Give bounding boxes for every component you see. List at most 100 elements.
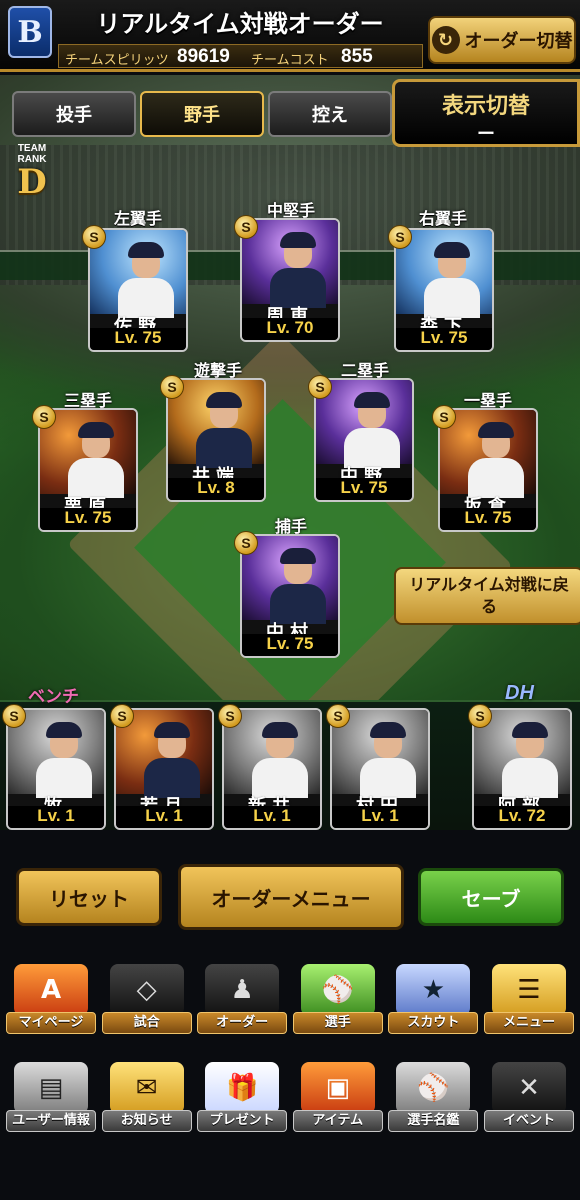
dh-player-card[interactable]: 阿部 Lv. 72 [472,708,572,830]
nav-label: ユーザー情報 [6,1110,96,1132]
nav-present[interactable]: 🎁 プレゼント [197,1058,288,1138]
player-card-left-field[interactable]: 佐野 Lv. 75 [88,228,188,352]
player-card-center-field[interactable]: 周東 Lv. 70 [240,218,340,342]
nav-player[interactable]: ⚾ 選手 [292,960,383,1040]
rarity-s-badge: S [110,704,134,728]
rarity-s-badge: S [218,704,242,728]
position-label-left-field: 左翼手 [113,209,162,228]
tab-pitcher[interactable]: 投手 [12,91,136,137]
order-menu-button[interactable]: オーダーメニュー [178,864,404,930]
rarity-s-badge: S [82,225,106,249]
nav-label: オーダー [197,1012,288,1034]
nav-label: お知らせ [101,1110,192,1132]
team-stats-bar: チームスピリッツ 89619 チームコスト 855 [58,44,423,68]
nav-label: 選手 [292,1012,383,1034]
player-level: Lv. 75 [316,478,412,500]
player-level: Lv. 1 [116,806,212,828]
return-to-realtime-battle-button[interactable]: リアルタイム対戦に戻る [394,567,580,625]
bench-player-card[interactable]: 牧 Lv. 1 [6,708,106,830]
order-switch-label: オーダー切替 [464,31,573,52]
rarity-s-badge: S [326,704,350,728]
bench-player-card[interactable]: 村田 Lv. 1 [330,708,430,830]
stadium-icon: ◇ [109,964,184,1016]
player-card-second-base[interactable]: 中野 Lv. 75 [314,378,414,502]
display-switch-button[interactable]: 表示切替 ー [392,79,580,147]
item-icon: ▣ [300,1062,375,1114]
nav-scout[interactable]: ★ スカウト [388,960,479,1040]
nav-order[interactable]: ♟ オーダー [197,960,288,1040]
nav-item[interactable]: ▣ アイテム [292,1058,383,1138]
main-nav: A マイページ ◇ 試合 ♟ オーダー ⚾ 選手 ★ スカウト ☰ メニュー [0,960,580,1050]
player-level: Lv. 75 [242,634,338,656]
rarity-s-badge: S [308,375,332,399]
save-button[interactable]: セーブ [418,868,564,926]
rarity-s-badge: S [234,531,258,555]
refresh-icon: ↻ [431,26,460,54]
event-icon: ✕ [491,1062,566,1114]
rarity-s-badge: S [160,375,184,399]
directory-icon: ⚾ [396,1062,471,1114]
screen-title: リアルタイム対戦オーダー [96,10,384,38]
player-card-shortstop[interactable]: 井端 Lv. 8 [166,378,266,502]
scout-icon: ★ [396,964,471,1016]
position-tabs: 投手 野手 控え [12,91,392,137]
nav-label: 選手名鑑 [388,1110,479,1132]
position-label-right-field: 右翼手 [418,209,467,228]
display-switch-value: ー [477,124,495,145]
rarity-s-badge: S [388,225,412,249]
nav-label: プレゼント [197,1110,288,1132]
player-level: Lv. 75 [440,508,536,530]
player-level: Lv. 75 [90,328,186,350]
nav-game[interactable]: ◇ 試合 [101,960,192,1040]
rarity-s-badge: S [432,405,456,429]
nav-label: アイテム [292,1110,383,1132]
menu-icon: ☰ [491,964,566,1016]
display-switch-label: 表示切替 [441,94,530,119]
team-rank: TEAM RANK D [4,143,60,199]
bench-area: ベンチ DH S 牧 Lv. 1 S 若月 Lv. 1 S 新井 Lv. 1 S… [0,682,580,830]
player-level: Lv. 70 [242,318,338,340]
player-level: Lv. 75 [40,508,136,530]
field-view: 投手 野手 控え 表示切替 ー TEAM RANK D 左翼手 S 佐野 Lv.… [0,75,580,700]
rarity-s-badge: S [234,215,258,239]
notice-icon: ✉ [109,1062,184,1114]
player-card-right-field[interactable]: 森下 Lv. 75 [394,228,494,352]
bench-label: ベンチ [28,687,79,707]
bench-player-card[interactable]: 新井 Lv. 1 [222,708,322,830]
dh-label: DH [505,682,534,704]
nav-label: 試合 [101,1012,192,1034]
mypage-icon: A [14,964,88,1016]
player-card-catcher[interactable]: 中村 Lv. 75 [240,534,340,658]
user-card-icon: ▤ [14,1062,88,1114]
sub-nav: ▤ ユーザー情報 ✉ お知らせ 🎁 プレゼント ▣ アイテム ⚾ 選手名鑑 ✕ … [0,1058,580,1148]
order-switch-button[interactable]: ↻ オーダー切替 [428,16,576,64]
order-icon: ♟ [205,964,280,1016]
player-card-first-base[interactable]: 坂倉 Lv. 75 [438,408,538,532]
player-level: Lv. 75 [396,328,492,350]
tab-reserve[interactable]: 控え [268,91,392,137]
nav-event[interactable]: ✕ イベント [483,1058,574,1138]
nav-notice[interactable]: ✉ お知らせ [101,1058,192,1138]
player-card-third-base[interactable]: 栗原 Lv. 75 [38,408,138,532]
nav-label: イベント [483,1110,574,1132]
team-rank-value: D [17,162,47,202]
player-level: Lv. 1 [8,806,104,828]
nav-menu[interactable]: ☰ メニュー [483,960,574,1040]
nav-label: メニュー [483,1012,574,1034]
team-cost-label: チームコスト [251,53,329,68]
reset-button[interactable]: リセット [16,868,162,926]
nav-mypage[interactable]: A マイページ [6,960,96,1040]
nav-user-info[interactable]: ▤ ユーザー情報 [6,1058,96,1138]
nav-label: スカウト [388,1012,479,1034]
tab-fielder[interactable]: 野手 [140,91,264,137]
player-icon: ⚾ [300,964,375,1016]
team-spirit-label: チームスピリッツ [65,53,169,68]
header-bar: B リアルタイム対戦オーダー チームスピリッツ 89619 チームコスト 855… [0,0,580,72]
rarity-s-badge: S [2,704,26,728]
nav-player-directory[interactable]: ⚾ 選手名鑑 [388,1058,479,1138]
gift-icon: 🎁 [205,1062,280,1114]
player-level: Lv. 1 [332,806,428,828]
team-cost-value: 855 [341,46,373,67]
nav-label: マイページ [6,1012,96,1034]
bench-player-card[interactable]: 若月 Lv. 1 [114,708,214,830]
